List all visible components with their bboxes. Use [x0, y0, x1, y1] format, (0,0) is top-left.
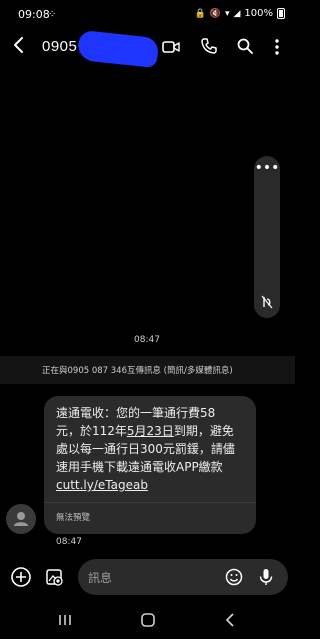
search-button[interactable]	[236, 37, 254, 55]
home-icon	[141, 613, 155, 627]
link-off-icon[interactable]	[261, 294, 273, 309]
conversation-banner-text: 正在與0905 087 346互傳訊息 (簡訊/多媒體訊息)	[42, 366, 233, 376]
search-icon	[237, 38, 253, 54]
video-call-button[interactable]	[162, 38, 180, 56]
message-timestamp: 08:47	[134, 335, 160, 345]
plus-circle-icon	[11, 567, 31, 587]
back-button[interactable]	[12, 36, 32, 60]
recent-apps-icon	[59, 615, 71, 625]
microphone-icon	[259, 569, 273, 585]
message-link[interactable]: cutt.ly/eTageab	[56, 476, 252, 494]
message-input[interactable]: 訊息	[78, 559, 288, 595]
mute-icon: 🔇	[209, 8, 221, 19]
video-icon	[162, 41, 180, 53]
nav-back-button[interactable]	[222, 612, 238, 628]
battery-icon	[277, 8, 285, 19]
home-button[interactable]	[140, 612, 156, 628]
battery-percent: 100%	[244, 8, 273, 19]
divider	[44, 502, 256, 503]
status-time: 09:08	[18, 8, 50, 21]
phone-icon	[201, 38, 217, 54]
gallery-button[interactable]	[44, 566, 66, 588]
chevron-left-icon	[226, 613, 234, 627]
phone-call-button[interactable]	[200, 37, 218, 55]
back-arrow-icon	[14, 37, 23, 53]
message-fragment: 元，於112年	[56, 424, 127, 438]
more-vertical-icon	[275, 39, 279, 55]
recent-apps-button[interactable]	[56, 612, 74, 628]
emoji-icon	[225, 568, 243, 586]
more-options-button[interactable]	[272, 37, 282, 57]
notification-dots-icon: ⁘	[48, 9, 56, 20]
message-line: 遠通電收：您的一筆通行費58	[56, 406, 216, 420]
floating-side-panel[interactable]: •••	[254, 156, 280, 318]
message-text: 遠通電收：您的一筆通行費58 元，於112年5月23日到期，避免 處以每一通行日…	[56, 404, 252, 494]
message-bubble[interactable]: 遠通電收：您的一筆通行費58 元，於112年5月23日到期，避免 處以每一通行日…	[44, 396, 256, 534]
signal-icon: ◢	[233, 8, 241, 19]
voice-input-button[interactable]	[256, 567, 276, 587]
link-preview-status: 無法預覽	[56, 513, 91, 523]
status-icons: 🔒 🔇 ▾ ◢ 100%	[195, 8, 285, 19]
person-icon	[14, 512, 28, 526]
message-fragment: 到期，避免	[173, 424, 234, 438]
more-dots-icon[interactable]: •••	[254, 160, 280, 176]
date-link[interactable]: 5月23日	[127, 424, 174, 438]
message-timestamp: 08:47	[56, 537, 82, 547]
message-line: 元，於112年5月23日到期，避免	[56, 422, 252, 440]
message-line: 速用手機下載遠通電收APP繳款	[56, 460, 223, 474]
lock-icon: 🔒	[194, 8, 206, 19]
message-line: 處以每一通行日300元罰鍰，請儘	[56, 442, 235, 456]
wifi-icon: ▾	[224, 8, 230, 19]
emoji-button[interactable]	[224, 567, 244, 587]
message-input-placeholder: 訊息	[88, 571, 113, 585]
avatar[interactable]	[6, 504, 36, 534]
add-attachment-button[interactable]	[10, 566, 32, 588]
gallery-icon	[46, 569, 63, 586]
contact-title[interactable]: 0905	[42, 38, 77, 55]
